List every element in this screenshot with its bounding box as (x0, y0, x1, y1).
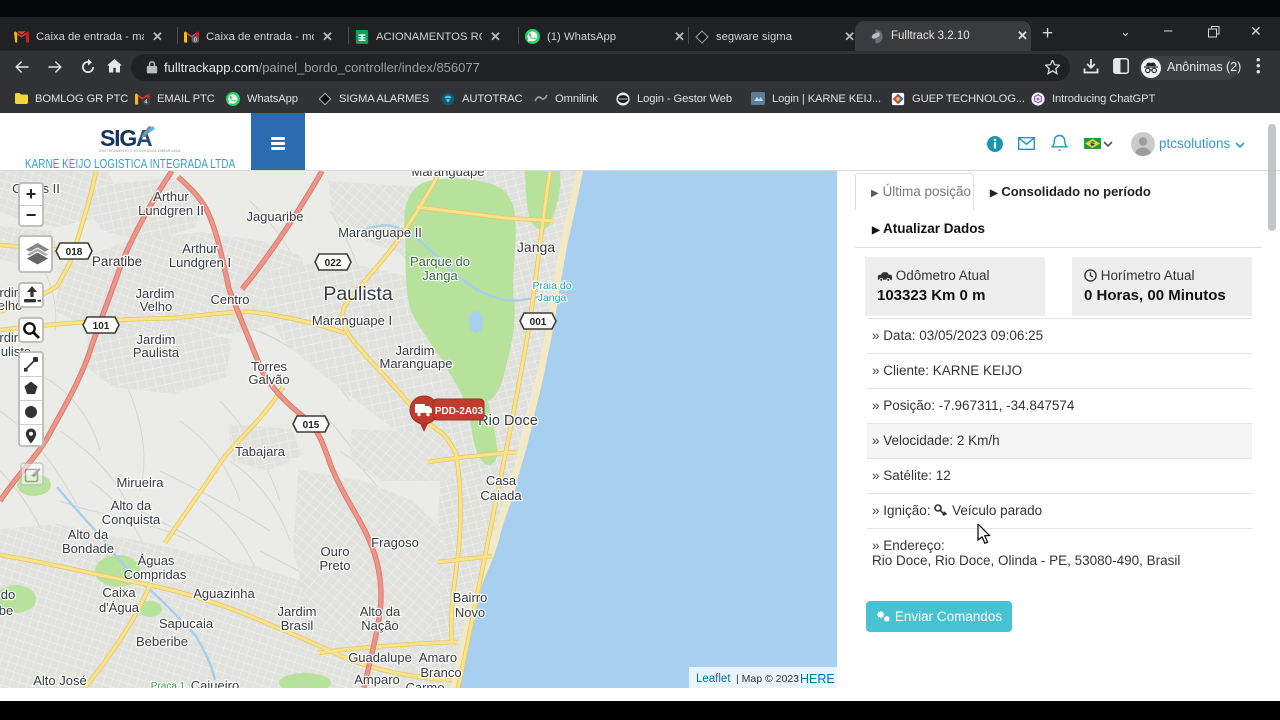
svg-text:001: 001 (530, 317, 547, 328)
svg-text:Águas: Águas (138, 553, 175, 568)
svg-text:Sapucaia: Sapucaia (159, 616, 214, 631)
svg-text:Leaflet: Leaflet (696, 673, 731, 685)
svg-text:Praça 1: Praça 1 (151, 681, 186, 688)
svg-text:101: 101 (93, 321, 110, 332)
svg-text:Branco: Branco (420, 665, 461, 680)
svg-text:Amparo: Amparo (354, 672, 400, 687)
svg-text:Centro: Centro (210, 292, 249, 307)
svg-text:022: 022 (325, 258, 342, 269)
svg-text:Janga: Janga (422, 268, 458, 283)
svg-text:Maranguape II: Maranguape II (338, 225, 422, 240)
svg-text:Brasil: Brasil (281, 618, 314, 633)
svg-text:| Map © 2023: | Map © 2023 (736, 673, 799, 685)
svg-text:Galvão: Galvão (248, 372, 289, 387)
svg-text:Praia do: Praia do (532, 280, 571, 292)
svg-text:Velho: Velho (140, 299, 173, 314)
svg-text:Aguazinha: Aguazinha (193, 586, 255, 601)
svg-text:Paulista: Paulista (323, 283, 393, 305)
svg-text:Beberibe: Beberibe (136, 634, 188, 649)
svg-text:Mirueira: Mirueira (117, 475, 165, 490)
svg-text:Guadalupe: Guadalupe (348, 650, 412, 665)
svg-text:Rio Doce: Rio Doce (478, 413, 538, 429)
svg-text:Compridas: Compridas (124, 567, 187, 582)
svg-text:Maranguape: Maranguape (380, 356, 453, 371)
svg-text:Alto da: Alto da (68, 527, 109, 542)
svg-text:Preto: Preto (319, 558, 350, 573)
svg-text:0: 0 (194, 37, 197, 42)
svg-text:Janga: Janga (517, 239, 555, 255)
svg-text:Alto José: Alto José (33, 673, 86, 688)
svg-text:Alto da: Alto da (111, 498, 152, 513)
svg-text:Janga: Janga (538, 292, 567, 304)
svg-text:Bairro: Bairro (453, 590, 488, 605)
svg-text:be: be (0, 603, 13, 618)
svg-text:Nação: Nação (361, 618, 399, 633)
svg-text:d'Água: d'Água (99, 600, 140, 615)
svg-text:Jardim: Jardim (277, 604, 316, 619)
svg-text:Conquista: Conquista (102, 512, 161, 527)
svg-text:PDD-2A03: PDD-2A03 (435, 406, 484, 417)
svg-text:Lundgren II: Lundgren II (138, 203, 204, 218)
svg-text:018: 018 (66, 247, 83, 258)
svg-text:Fragoso: Fragoso (371, 535, 419, 550)
svg-text:HERE: HERE (800, 672, 835, 686)
svg-text:Parque do: Parque do (410, 254, 470, 269)
svg-text:Tabajara: Tabajara (235, 444, 286, 459)
svg-text:Ouro: Ouro (321, 544, 350, 559)
svg-text:4: 4 (144, 98, 148, 105)
svg-text:Novo: Novo (455, 605, 485, 620)
svg-text:Maranguape I: Maranguape I (312, 313, 392, 328)
svg-text:Carmo: Carmo (405, 680, 444, 688)
svg-text:Arthur: Arthur (182, 241, 218, 256)
svg-text:Casa: Casa (486, 473, 517, 488)
svg-text:Cajueiro: Cajueiro (191, 678, 239, 688)
svg-text:Paratibe: Paratibe (92, 254, 142, 269)
svg-text:Jaguaribe: Jaguaribe (246, 209, 303, 224)
svg-text:Alto da: Alto da (360, 604, 401, 619)
svg-text:Caixa: Caixa (102, 585, 136, 600)
svg-text:Amaro: Amaro (419, 650, 457, 665)
svg-text:Lundgren I: Lundgren I (169, 255, 231, 270)
svg-text:015: 015 (303, 420, 320, 431)
svg-text:Caiada: Caiada (480, 488, 522, 503)
svg-text:Arthur: Arthur (153, 189, 189, 204)
svg-text:Maranguape: Maranguape (412, 171, 485, 179)
svg-text:do: do (1, 587, 15, 602)
svg-text:Paulista: Paulista (133, 345, 180, 360)
svg-text:Bondade: Bondade (62, 541, 114, 556)
